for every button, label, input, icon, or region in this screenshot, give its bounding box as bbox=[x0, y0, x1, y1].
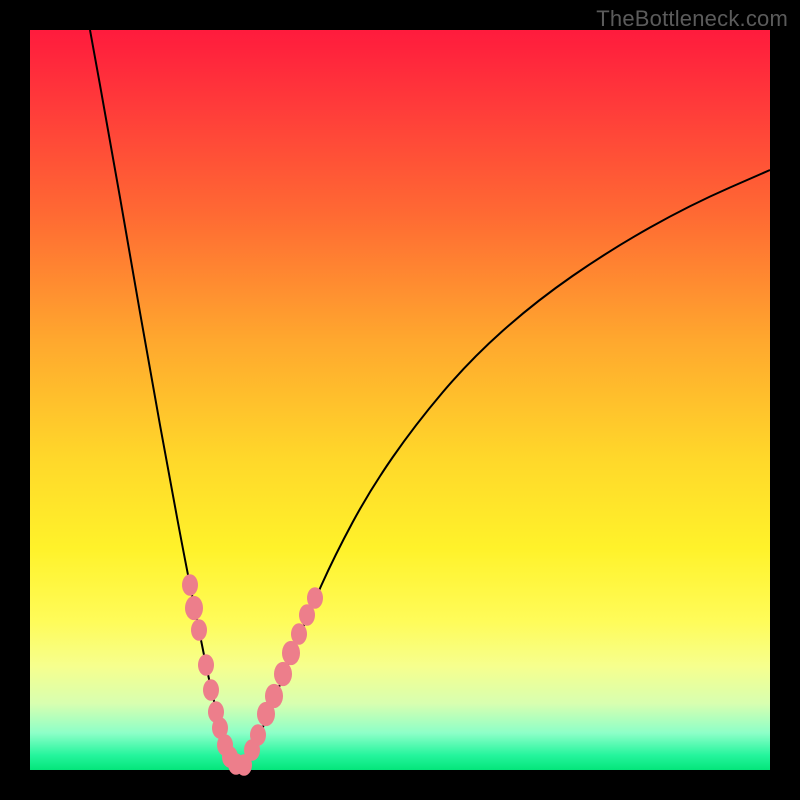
sample-dot bbox=[291, 623, 307, 645]
sample-dot bbox=[185, 596, 203, 620]
right-curve bbox=[245, 170, 770, 765]
sample-dot bbox=[198, 654, 214, 676]
sample-dots bbox=[182, 574, 323, 776]
sample-dot bbox=[250, 724, 266, 746]
sample-dot bbox=[307, 587, 323, 609]
sample-dot bbox=[274, 662, 292, 686]
watermark-text: TheBottleneck.com bbox=[596, 6, 788, 32]
sample-dot bbox=[265, 684, 283, 708]
chart-svg bbox=[30, 30, 770, 770]
sample-dot bbox=[182, 574, 198, 596]
sample-dot bbox=[203, 679, 219, 701]
left-curve bbox=[90, 30, 235, 765]
sample-dot bbox=[191, 619, 207, 641]
chart-frame bbox=[30, 30, 770, 770]
